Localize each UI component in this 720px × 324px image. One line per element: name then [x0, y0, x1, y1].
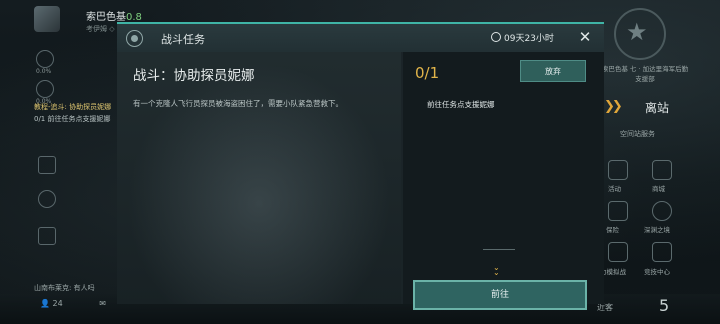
mission-title: 战斗：协助探员妮娜	[133, 68, 255, 84]
nearby-count: 5	[659, 296, 670, 315]
task-tracker-title: 教程-追斗: 协助探员妮娜	[34, 103, 112, 111]
shop-label: 商城	[652, 185, 665, 193]
chat-line[interactable]: 山南布莱克: 有人吗	[34, 283, 95, 293]
close-icon[interactable]: ✕	[575, 27, 595, 47]
star-emblem-icon: ★	[626, 18, 648, 46]
mission-objectives-panel: 0/1 放弃 前往任务点支援妮娜 ⌄ ⌄ 前往	[403, 52, 604, 310]
scroll-indicator	[483, 249, 515, 250]
station-service-label[interactable]: 空间站服务	[620, 129, 655, 139]
insurance-icon[interactable]	[608, 201, 628, 221]
document-icon[interactable]	[38, 227, 56, 245]
objective-item[interactable]: 前往任务点支援妮娜	[427, 99, 495, 110]
target-icon[interactable]	[38, 190, 56, 208]
mission-timer: 09天23小时	[491, 31, 554, 44]
event-label: 活动	[608, 185, 621, 193]
hud-label-1: 0.0%	[36, 68, 52, 75]
mission-dialog: 战斗任务 09天23小时 ✕ 战斗：协助探员妮娜 有一个克隆人飞行员探员被海盗困…	[117, 22, 604, 310]
mission-target-icon	[126, 30, 143, 47]
event-icon[interactable]	[608, 160, 628, 180]
task-tracker-objective: 0/1 前往任务点支援妮娜	[34, 115, 111, 123]
chevron-down-icon: ⌄ ⌄	[493, 263, 500, 277]
mail-icon[interactable]: ✉	[99, 299, 106, 308]
abyss-label: 深渊之境	[644, 226, 670, 234]
mission-progress: 0/1	[415, 64, 440, 82]
arena-icon[interactable]	[652, 242, 672, 262]
shop-icon[interactable]	[652, 160, 672, 180]
abandon-button[interactable]: 放弃	[520, 60, 586, 82]
simulation-icon[interactable]	[608, 242, 628, 262]
online-count[interactable]: 👤 24 ✉	[40, 299, 106, 308]
mission-detail: 战斗：协助探员妮娜 有一个克隆人飞行员探员被海盗困住了，需要小队紧急营救下。	[117, 52, 401, 304]
player-avatar[interactable]	[34, 6, 60, 32]
person-icon: 👤	[40, 299, 50, 308]
ship-icon[interactable]	[36, 50, 54, 68]
dialog-header: 战斗任务 09天23小时 ✕	[117, 24, 604, 52]
arena-label: 竞技中心	[644, 268, 670, 276]
cargo-icon[interactable]	[38, 156, 56, 174]
undock-chevron-icon: ❯❯	[604, 99, 623, 114]
station-name: 索巴色基 七 · 加达里海军后勤支援部	[601, 65, 689, 83]
abyss-icon[interactable]	[652, 201, 672, 221]
dialog-title: 战斗任务	[161, 33, 205, 46]
goto-button[interactable]: 前往	[413, 280, 587, 310]
mission-description: 有一个克隆人飞行员探员被海盗困住了，需要小队紧急营救下。	[133, 99, 343, 108]
left-hud: 0.0% 0.0%	[0, 40, 100, 290]
task-tracker[interactable]: 教程-追斗: 协助探员妮娜 0/1 前往任务点支援妮娜	[34, 101, 111, 125]
clock-icon	[491, 32, 501, 42]
mission-timer-text: 09天23小时	[504, 34, 554, 44]
player-location: 考伊姆 ◇	[86, 25, 115, 33]
location-pin-icon[interactable]	[36, 80, 54, 98]
undock-button[interactable]: 离站	[645, 99, 669, 116]
insurance-label: 保险	[606, 226, 619, 234]
player-name: 索巴色基0.8	[86, 8, 142, 23]
online-count-value: 24	[52, 299, 63, 308]
